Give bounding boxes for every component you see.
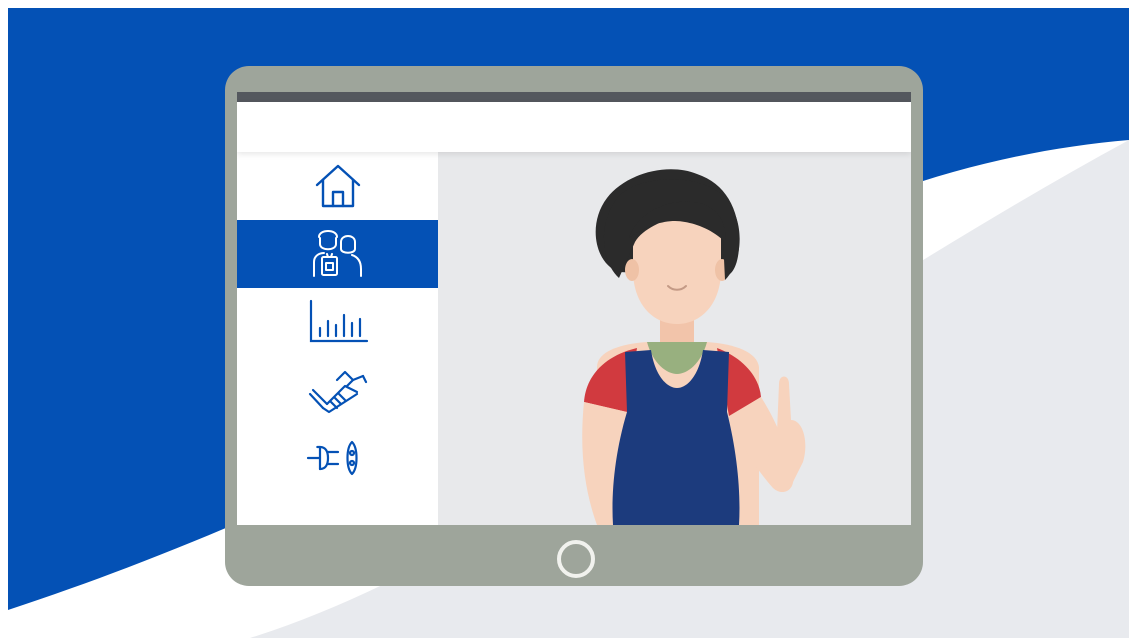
sidebar-item-energy[interactable] — [237, 424, 438, 492]
power-plug-icon — [306, 440, 358, 476]
home-icon — [315, 164, 360, 208]
scene — [0, 0, 1129, 638]
sidebar — [237, 152, 438, 525]
app-header — [237, 102, 911, 152]
tablet-screen — [237, 92, 911, 525]
sidebar-item-people[interactable] — [237, 220, 438, 288]
woman-illustration — [582, 169, 806, 525]
sidebar-item-home[interactable] — [237, 152, 438, 220]
status-bar — [237, 92, 911, 102]
tablet-frame — [225, 66, 923, 586]
bar-chart-icon — [309, 299, 368, 343]
sidebar-item-partnership[interactable] — [237, 356, 438, 424]
handshake-icon — [308, 370, 367, 414]
sidebar-item-analytics[interactable] — [237, 288, 438, 356]
people-id-badge-icon — [312, 230, 362, 277]
tablet-home-button[interactable] — [557, 540, 595, 578]
left-ear — [625, 259, 639, 281]
